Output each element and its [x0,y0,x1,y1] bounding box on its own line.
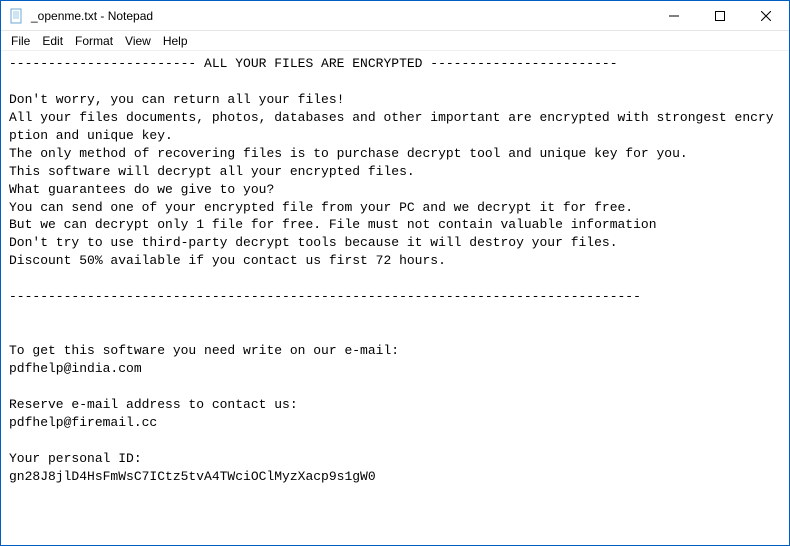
menu-view[interactable]: View [119,33,157,49]
window-controls [651,1,789,30]
maximize-button[interactable] [697,1,743,30]
notepad-icon [9,8,25,24]
minimize-button[interactable] [651,1,697,30]
text-area[interactable]: ------------------------ ALL YOUR FILES … [1,51,789,545]
menubar: File Edit Format View Help [1,31,789,51]
notepad-window: _openme.txt - Notepad File Edit Format V… [0,0,790,546]
menu-edit[interactable]: Edit [36,33,69,49]
menu-file[interactable]: File [5,33,36,49]
window-title: _openme.txt - Notepad [31,9,153,23]
menu-help[interactable]: Help [157,33,194,49]
close-button[interactable] [743,1,789,30]
titlebar[interactable]: _openme.txt - Notepad [1,1,789,31]
menu-format[interactable]: Format [69,33,119,49]
